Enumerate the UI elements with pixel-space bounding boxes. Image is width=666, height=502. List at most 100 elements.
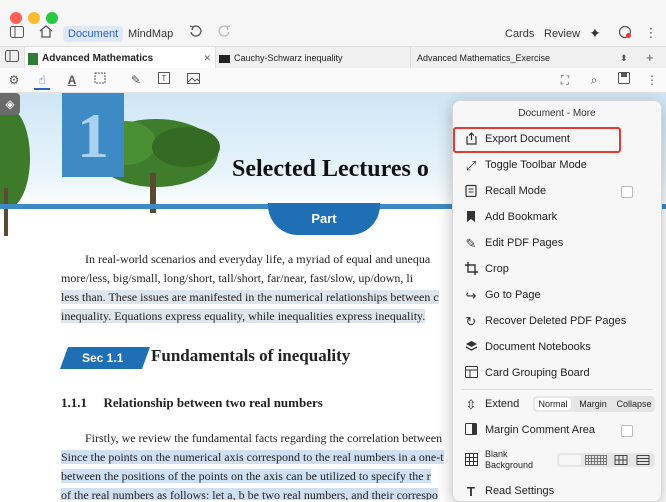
highlighted-text[interactable]: less than. These issues are manifested i… (61, 290, 439, 304)
mindmap-mode-button[interactable]: MindMap (128, 28, 173, 40)
menu-item-label: Read Settings (485, 485, 555, 497)
text-line: of the real numbers as follows: let a, b… (61, 486, 444, 500)
tab-advanced-mathematics[interactable]: Advanced Mathematics ✕ (24, 47, 216, 69)
menu-item-recall-mode[interactable]: Recall Mode (453, 179, 661, 205)
menu-item-add-bookmark[interactable]: Add Bookmark (453, 205, 661, 231)
text-box-icon[interactable]: T (156, 72, 172, 88)
highlighted-text[interactable]: inequality. Equations express equality, … (61, 309, 426, 323)
menu-item-read-settings[interactable]: T Read Settings (453, 479, 661, 501)
redo-icon[interactable] (216, 25, 232, 41)
save-icon[interactable] (616, 72, 632, 88)
text-line: between the positions of the points on t… (61, 467, 444, 486)
new-tab-icon[interactable]: + (646, 47, 660, 69)
tab-label: Cauchy-Schwarz inequality (234, 53, 343, 63)
chapter-number-block: 1 (62, 93, 124, 177)
more-options-icon[interactable]: ⋮ (643, 25, 659, 41)
edit-pages-icon: ✎ (465, 236, 477, 251)
grid-background-icon (463, 453, 479, 469)
menu-item-margin-comment-area[interactable]: Margin Comment Area (453, 418, 661, 444)
recall-mode-checkbox[interactable] (621, 186, 633, 198)
pattern-dots-option[interactable] (585, 455, 607, 465)
background-pattern-selector (557, 453, 655, 467)
pattern-grid-option[interactable] (611, 455, 631, 465)
section-badge-label: Sec 1.1 (82, 351, 124, 365)
image-icon[interactable] (185, 72, 201, 88)
extend-option-collapse[interactable]: Collapse (614, 398, 654, 410)
text-line: less than. These issues are manifested i… (61, 288, 439, 307)
pen-icon[interactable]: ✎ (128, 72, 144, 88)
menu-item-edit-pdf-pages[interactable]: ✎ Edit PDF Pages (453, 231, 661, 257)
margin-comment-checkbox[interactable] (621, 425, 633, 437)
bookmark-icon (463, 210, 479, 226)
text-line: inequality. Equations express equality, … (61, 307, 439, 326)
search-document-icon[interactable]: ⌕ (586, 72, 602, 88)
menu-item-label: Document Notebooks (485, 341, 591, 353)
intro-paragraph: In real-world scenarios and everyday lif… (61, 250, 439, 326)
notebooks-icon (463, 340, 479, 356)
menu-item-export-document[interactable]: Export Document (453, 127, 661, 153)
margin-comment-icon (463, 423, 479, 439)
sidebar-toggle-icon[interactable] (9, 25, 25, 41)
menu-item-crop[interactable]: Crop (453, 257, 661, 283)
window-maximize-button[interactable] (46, 12, 58, 24)
highlighted-text[interactable]: Since the points on the numerical axis c… (61, 450, 444, 464)
highlighted-text[interactable]: between the positions of the points on t… (61, 469, 431, 483)
undo-icon[interactable] (187, 25, 203, 41)
tab-scroll-icon[interactable]: ⬍ (620, 47, 634, 69)
blank-background-label-line2: Background (485, 460, 534, 470)
recover-icon: ↻ (465, 314, 477, 329)
extend-icon: ⇳ (465, 397, 477, 412)
tab-bar: Advanced Mathematics ✕ Cauchy-Schwarz in… (0, 46, 666, 70)
menu-item-recover-deleted-pdf-pages[interactable]: ↻ Recover Deleted PDF Pages (453, 309, 661, 335)
tab-advanced-mathematics-exercise[interactable]: Advanced Mathematics_Exercise (410, 47, 611, 69)
document-mode-button[interactable]: Document (63, 26, 124, 42)
highlighted-text[interactable]: of the real numbers as follows: let a, b… (61, 488, 438, 500)
extend-option-normal[interactable]: Normal (535, 398, 571, 410)
menu-item-label: Recover Deleted PDF Pages (485, 315, 627, 327)
cards-button[interactable]: Cards (505, 28, 534, 40)
export-icon (463, 132, 479, 148)
document-more-menu: Document - More Export Document ⤢ Toggle… (452, 100, 662, 502)
hand-pointer-icon[interactable]: ☝ (34, 72, 50, 90)
pattern-blank-option[interactable] (559, 455, 581, 465)
menu-item-document-notebooks[interactable]: Document Notebooks (453, 335, 661, 361)
settings-gear-icon[interactable]: ⚙ (6, 72, 22, 88)
sparkle-icon[interactable]: ✦ (587, 25, 603, 41)
review-button[interactable]: Review (544, 28, 580, 40)
fullscreen-icon[interactable]: ⛶ (557, 72, 573, 88)
extend-option-margin[interactable]: Margin (575, 398, 611, 410)
menu-item-extend: ⇳ Extend Normal Margin Collapse (453, 392, 661, 418)
text-line: Since the points on the numerical axis c… (61, 448, 444, 467)
card-board-icon (463, 366, 479, 382)
menu-item-label: Margin Comment Area (485, 424, 596, 436)
more-menu-icon[interactable]: ⋮ (644, 72, 660, 88)
menu-item-label: Extend (485, 398, 520, 410)
crop-icon (463, 262, 479, 278)
pattern-lines-option[interactable] (633, 455, 653, 465)
text-highlight-icon[interactable]: A (64, 72, 80, 88)
tab-cauchy-schwarz[interactable]: Cauchy-Schwarz inequality (217, 47, 407, 69)
tab-label: Advanced Mathematics (42, 53, 154, 64)
document-thumbnail-icon (219, 54, 230, 63)
tree-illustration-left (0, 98, 30, 238)
read-settings-icon: T (467, 484, 475, 499)
window-minimize-button[interactable] (28, 12, 40, 24)
menu-item-toggle-toolbar-mode[interactable]: ⤢ Toggle Toolbar Mode (453, 153, 661, 179)
svg-text:T: T (162, 74, 167, 83)
close-tab-icon[interactable]: ✕ (203, 47, 211, 69)
text-line: Firstly, we review the fundamental facts… (85, 431, 443, 445)
panel-toggle-icon[interactable] (4, 50, 20, 66)
menu-item-blank-background: Blank Background (453, 446, 661, 476)
window-close-button[interactable] (10, 12, 22, 24)
sync-status-icon[interactable] (617, 25, 633, 42)
text-line: In real-world scenarios and everyday lif… (85, 252, 431, 266)
menu-item-card-grouping-board[interactable]: Card Grouping Board (453, 361, 661, 387)
body-paragraph: Firstly, we review the fundamental facts… (61, 429, 444, 500)
select-rectangle-icon[interactable] (92, 72, 108, 88)
extend-segmented-control: Normal Margin Collapse (533, 396, 655, 412)
menu-item-go-to-page[interactable]: ↪ Go to Page (453, 283, 661, 309)
layers-icon[interactable]: ◈ (0, 93, 20, 115)
home-icon[interactable] (38, 25, 54, 41)
menu-divider (461, 389, 653, 390)
menu-item-label: Toggle Toolbar Mode (485, 159, 587, 171)
